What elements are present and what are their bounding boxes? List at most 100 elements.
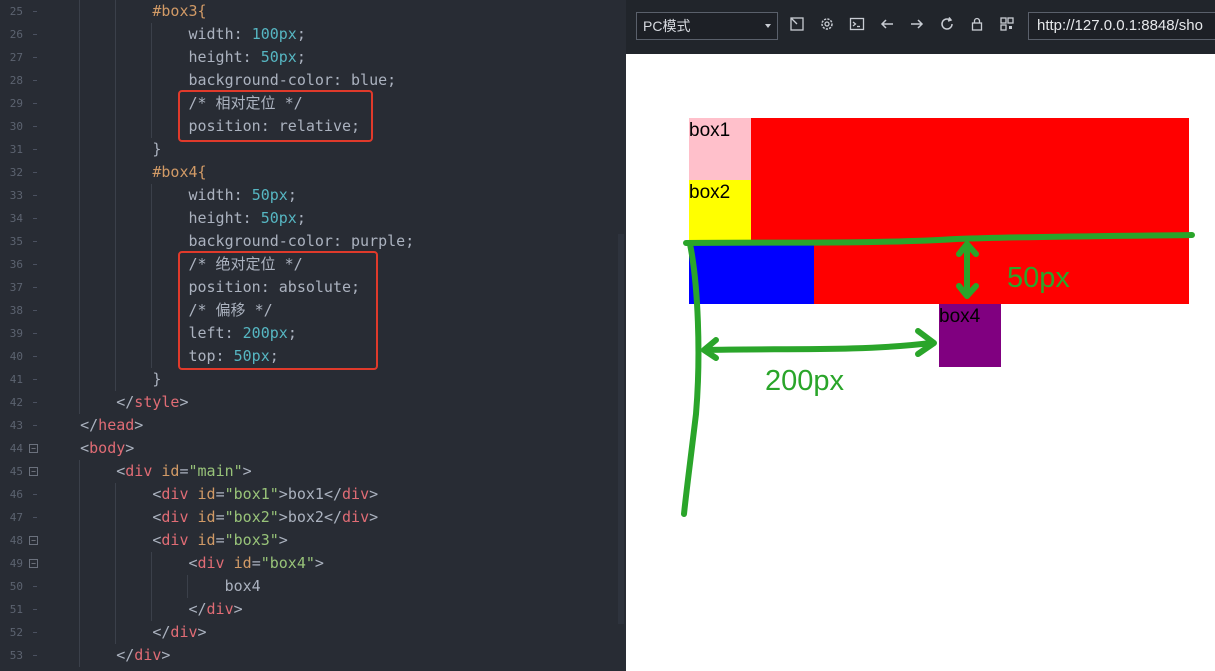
indent-guide <box>115 345 117 368</box>
console-icon[interactable] <box>848 16 866 34</box>
indent-guide <box>79 92 81 115</box>
back-icon[interactable] <box>878 16 896 34</box>
indent-guide <box>115 276 117 299</box>
qrcode-icon[interactable] <box>998 16 1016 34</box>
code-token: > <box>314 554 324 572</box>
indent-guide <box>79 506 81 529</box>
code-line[interactable]: } <box>152 368 161 391</box>
code-token: "box4" <box>260 554 315 572</box>
code-token: < <box>80 439 90 457</box>
code-line[interactable]: </style> <box>116 391 188 414</box>
code-token: div <box>342 485 370 503</box>
code-line[interactable]: background-color: blue; <box>188 69 396 92</box>
fold-guide <box>33 632 37 633</box>
code-line[interactable]: <div id="box2">box2</div> <box>152 506 378 529</box>
indent-guide <box>115 161 117 184</box>
fold-toggle-icon[interactable]: − <box>29 444 38 453</box>
code-line[interactable]: <div id="box1">box1</div> <box>152 483 378 506</box>
forward-icon[interactable] <box>908 16 926 34</box>
code-token: = <box>215 531 225 549</box>
indent-guide <box>151 575 153 598</box>
line-number: 49 <box>9 557 23 570</box>
code-editor[interactable]: 25 26 27 28 29 30 31 32 33 34 35 36 37 38 39 40 41 42 43 44… <box>0 0 626 671</box>
screenshot-icon[interactable] <box>788 16 806 34</box>
code-token: = <box>251 554 261 572</box>
indent-guide <box>115 46 117 69</box>
code-token: div <box>342 508 370 526</box>
code-line[interactable]: <div id="box3"> <box>152 529 287 552</box>
code-token: > <box>242 462 252 480</box>
indent-guide <box>79 253 81 276</box>
indent-guide <box>115 368 117 391</box>
code-token: height: <box>188 48 261 66</box>
baseline-stroke <box>683 232 1195 246</box>
code-line[interactable]: <body> <box>80 437 134 460</box>
indent-guide <box>79 391 81 414</box>
indent-guide <box>115 575 117 598</box>
code-line[interactable]: </div> <box>116 644 170 667</box>
settings-icon[interactable] <box>818 16 836 34</box>
code-token: >box1</ <box>278 485 343 503</box>
code-token: } <box>152 370 162 388</box>
fold-toggle-icon[interactable]: − <box>29 467 38 476</box>
code-line[interactable]: width: 100px; <box>188 23 305 46</box>
code-token: div <box>161 531 189 549</box>
code-token: </ <box>116 646 135 664</box>
fold-toggle-icon[interactable]: − <box>29 559 38 568</box>
code-line[interactable]: } <box>152 138 161 161</box>
line-number: 50 <box>9 580 23 593</box>
code-token: > <box>134 416 144 434</box>
absolute-position-highlight <box>178 251 378 370</box>
indent-guide <box>79 368 81 391</box>
refresh-icon[interactable] <box>938 16 956 34</box>
url-input[interactable]: http://127.0.0.1:8848/sho <box>1028 12 1215 40</box>
vertical-offset-arrow <box>956 241 979 299</box>
vertical-offset-label: 50px <box>1007 262 1070 294</box>
code-token: ; <box>296 48 306 66</box>
indent-guide <box>79 483 81 506</box>
line-number: 46 <box>9 488 23 501</box>
fold-guide <box>33 103 37 104</box>
code-token: div <box>206 600 234 618</box>
code-line[interactable]: width: 50px; <box>188 184 296 207</box>
mode-select[interactable]: PC模式 <box>636 12 778 40</box>
code-line[interactable]: height: 50px; <box>188 46 305 69</box>
indent-guide <box>151 230 153 253</box>
lock-icon[interactable] <box>968 16 986 34</box>
fold-guide <box>33 149 37 150</box>
horizontal-offset-label: 200px <box>765 365 845 397</box>
fold-toggle-icon[interactable]: − <box>29 536 38 545</box>
code-line[interactable]: #box3{ <box>152 0 206 23</box>
code-token: } <box>152 140 162 158</box>
indent-guide <box>151 46 153 69</box>
editor-scrollbar[interactable] <box>618 234 624 624</box>
code-token: > <box>197 623 207 641</box>
indent-guide <box>115 322 117 345</box>
line-number: 48 <box>9 534 23 547</box>
code-line[interactable]: <div id="box4"> <box>188 552 323 575</box>
code-line[interactable]: #box4{ <box>152 161 206 184</box>
code-line[interactable]: </head> <box>80 414 143 437</box>
code-line[interactable]: background-color: purple; <box>188 230 414 253</box>
code-token: div <box>161 508 189 526</box>
code-token: "main" <box>188 462 243 480</box>
fold-guide <box>33 218 37 219</box>
fold-guide <box>33 34 37 35</box>
indent-guide <box>115 253 117 276</box>
code-line[interactable]: </div> <box>152 621 206 644</box>
code-line[interactable]: height: 50px; <box>188 207 305 230</box>
code-token: = <box>215 508 225 526</box>
code-token: div <box>161 485 189 503</box>
indent-guide <box>79 299 81 322</box>
code-line[interactable]: box4 <box>225 575 261 598</box>
code-line[interactable]: <div id="main"> <box>116 460 251 483</box>
code-token: div <box>170 623 198 641</box>
line-number: 38 <box>9 304 23 317</box>
indent-guide <box>79 575 81 598</box>
fold-guide <box>33 333 37 334</box>
fold-guide <box>33 57 37 58</box>
indent-guide <box>79 529 81 552</box>
line-number: 45 <box>9 465 23 478</box>
code-line[interactable]: </div> <box>188 598 242 621</box>
indent-guide <box>79 598 81 621</box>
